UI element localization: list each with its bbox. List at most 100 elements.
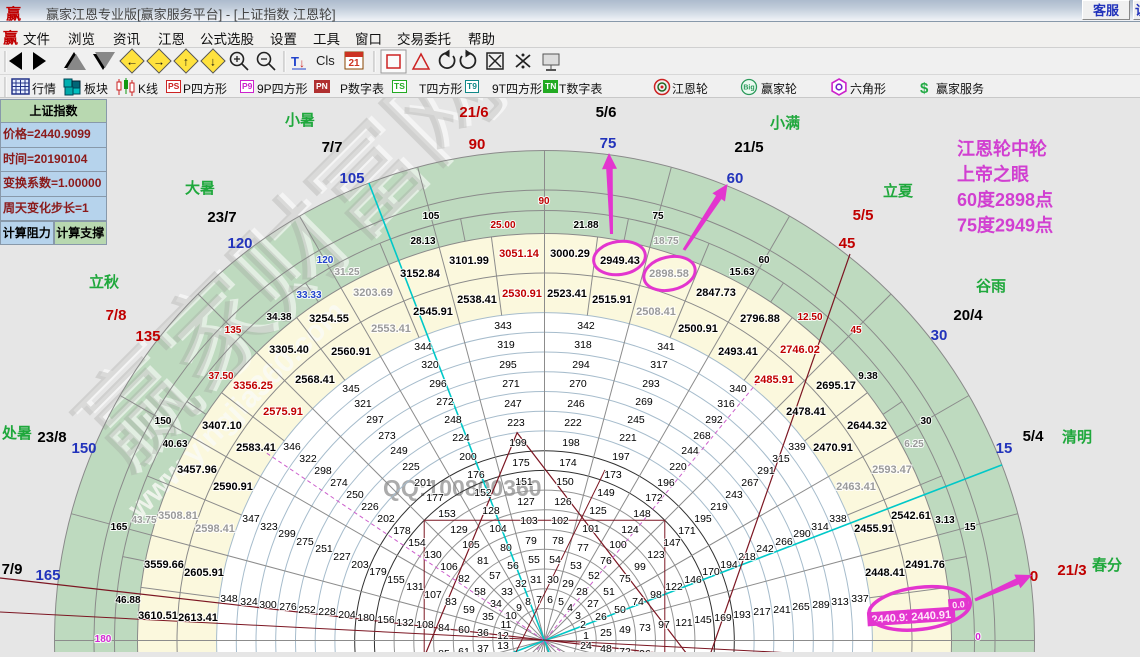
svg-text:248: 248 xyxy=(444,414,462,426)
svg-text:↑: ↑ xyxy=(183,55,189,69)
svg-text:297: 297 xyxy=(366,414,384,426)
svg-text:82: 82 xyxy=(458,573,470,585)
svg-text:97: 97 xyxy=(658,619,670,631)
svg-text:75: 75 xyxy=(619,573,631,585)
svg-text:43.75: 43.75 xyxy=(131,515,156,526)
svg-text:2847.73: 2847.73 xyxy=(696,287,736,299)
svg-text:221: 221 xyxy=(619,432,637,444)
svg-text:53: 53 xyxy=(570,560,582,572)
svg-text:343: 343 xyxy=(494,320,512,332)
svg-text:145: 145 xyxy=(694,614,712,626)
svg-text:193: 193 xyxy=(733,609,751,621)
svg-text:3356.25: 3356.25 xyxy=(233,380,273,392)
svg-text:2493.41: 2493.41 xyxy=(718,346,758,358)
svg-text:40.63: 40.63 xyxy=(162,439,187,450)
svg-text:72: 72 xyxy=(619,646,631,652)
svg-text:319: 319 xyxy=(497,339,515,351)
svg-text:345: 345 xyxy=(342,383,360,395)
svg-text:241: 241 xyxy=(773,604,791,616)
svg-text:170: 170 xyxy=(702,566,720,578)
svg-text:2593.47: 2593.47 xyxy=(872,464,912,476)
svg-text:2583.41: 2583.41 xyxy=(236,442,276,454)
svg-text:339: 339 xyxy=(788,441,806,453)
svg-text:96: 96 xyxy=(639,648,651,652)
svg-text:2530.91: 2530.91 xyxy=(502,288,542,300)
svg-text:15: 15 xyxy=(996,440,1013,457)
svg-text:146: 146 xyxy=(684,574,702,586)
svg-text:9: 9 xyxy=(516,602,522,614)
svg-text:30: 30 xyxy=(920,416,932,427)
svg-text:317: 317 xyxy=(650,359,668,371)
svg-text:32: 32 xyxy=(515,578,527,590)
svg-text:→: → xyxy=(153,55,165,69)
svg-text:122: 122 xyxy=(665,581,683,593)
svg-text:85: 85 xyxy=(438,648,450,652)
svg-text:73: 73 xyxy=(639,622,651,634)
svg-text:谷雨: 谷雨 xyxy=(976,278,1006,295)
svg-text:34.38: 34.38 xyxy=(266,312,291,323)
svg-text:150: 150 xyxy=(71,440,96,457)
svg-text:99: 99 xyxy=(634,561,646,573)
svg-text:300: 300 xyxy=(259,599,277,611)
svg-text:江恩轮中轮: 江恩轮中轮 xyxy=(957,138,1047,159)
svg-text:5/6: 5/6 xyxy=(596,104,617,121)
svg-text:清明: 清明 xyxy=(1062,428,1092,446)
svg-text:276: 276 xyxy=(279,601,297,613)
svg-text:78: 78 xyxy=(552,535,564,547)
svg-text:180: 180 xyxy=(357,612,375,624)
svg-text:156: 156 xyxy=(377,614,395,626)
svg-text:5: 5 xyxy=(558,596,564,608)
svg-text:75度2949点: 75度2949点 xyxy=(957,215,1053,236)
svg-text:202: 202 xyxy=(377,513,395,525)
svg-text:296: 296 xyxy=(429,378,447,390)
svg-text:2: 2 xyxy=(580,619,586,631)
svg-text:58: 58 xyxy=(474,586,486,598)
svg-text:31.25: 31.25 xyxy=(334,267,359,278)
svg-text:102: 102 xyxy=(551,515,569,527)
svg-text:298: 298 xyxy=(314,465,332,477)
svg-text:175: 175 xyxy=(512,457,530,469)
svg-text:120: 120 xyxy=(317,255,334,266)
svg-text:337: 337 xyxy=(851,593,869,605)
svg-text:101: 101 xyxy=(582,523,600,535)
svg-text:197: 197 xyxy=(612,451,630,463)
svg-text:2470.91: 2470.91 xyxy=(813,442,853,454)
svg-text:316: 316 xyxy=(717,398,735,410)
svg-text:266: 266 xyxy=(775,536,793,548)
svg-text:3101.99: 3101.99 xyxy=(449,255,489,267)
svg-text:128: 128 xyxy=(482,505,500,517)
svg-text:178: 178 xyxy=(393,525,411,537)
svg-text:2478.41: 2478.41 xyxy=(786,406,826,418)
svg-text:49: 49 xyxy=(619,624,631,636)
svg-text:244: 244 xyxy=(681,445,699,457)
svg-text:5/4: 5/4 xyxy=(1023,428,1045,445)
svg-text:150: 150 xyxy=(155,416,172,427)
svg-text:6.25: 6.25 xyxy=(904,439,924,450)
svg-text:2515.91: 2515.91 xyxy=(592,294,632,306)
svg-text:342: 342 xyxy=(577,320,595,332)
svg-text:5/5: 5/5 xyxy=(853,207,874,224)
svg-text:3152.84: 3152.84 xyxy=(400,268,441,280)
svg-text:151: 151 xyxy=(515,476,533,488)
svg-text:57: 57 xyxy=(489,570,501,582)
svg-text:2500.91: 2500.91 xyxy=(678,323,718,335)
svg-text:228: 228 xyxy=(318,606,336,618)
svg-text:74: 74 xyxy=(632,596,644,608)
svg-text:3: 3 xyxy=(575,610,581,622)
svg-text:50: 50 xyxy=(614,604,626,616)
svg-text:169: 169 xyxy=(714,612,732,624)
svg-text:347: 347 xyxy=(242,513,260,525)
svg-text:271: 271 xyxy=(502,378,520,390)
svg-text:59: 59 xyxy=(463,604,475,616)
svg-text:268: 268 xyxy=(693,430,711,442)
svg-text:75: 75 xyxy=(600,135,617,152)
svg-text:265: 265 xyxy=(792,601,810,613)
svg-text:130: 130 xyxy=(424,549,442,561)
svg-text:3305.40: 3305.40 xyxy=(269,344,309,356)
svg-text:2590.91: 2590.91 xyxy=(213,481,253,493)
svg-text:275: 275 xyxy=(296,536,314,548)
svg-text:252: 252 xyxy=(298,604,316,616)
svg-text:0: 0 xyxy=(975,632,981,643)
svg-text:295: 295 xyxy=(499,359,517,371)
svg-text:292: 292 xyxy=(705,414,723,426)
